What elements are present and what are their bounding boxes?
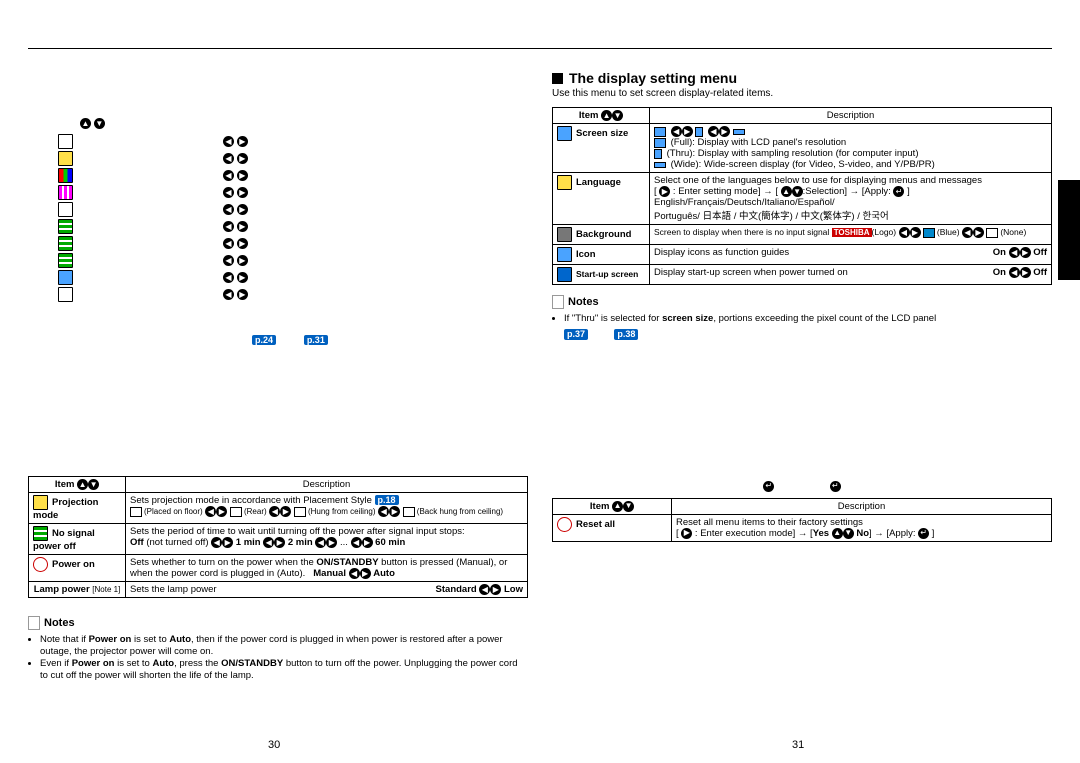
notes-heading-right: Notes bbox=[552, 295, 1052, 309]
row-icon-label: Icon bbox=[576, 249, 596, 260]
row-projection-desc: Sets projection mode in accordance with … bbox=[130, 495, 372, 506]
reset-section: ↵ ↵ Item ▲▼ Description Reset all Reset … bbox=[552, 481, 1052, 542]
bgain-icon bbox=[58, 253, 73, 268]
row-poweron-label: Power on bbox=[52, 559, 95, 570]
display-setting-title: The display setting menu bbox=[552, 70, 1052, 86]
notes-icon bbox=[552, 295, 564, 309]
color-icon bbox=[58, 168, 73, 183]
pref-24: p.24 bbox=[252, 335, 276, 345]
col-desc: Description bbox=[126, 477, 528, 493]
row-language-label: Language bbox=[576, 177, 621, 188]
notes-body-right: If "Thru" is selected for screen size, p… bbox=[552, 313, 1052, 341]
contrast-icon bbox=[58, 134, 73, 149]
return-icon: ↵ bbox=[830, 481, 841, 492]
col-item: Item bbox=[55, 479, 75, 490]
return-icon: ↵ bbox=[763, 481, 774, 492]
row-resetall-label: Reset all bbox=[576, 519, 615, 530]
notes-icon bbox=[28, 616, 40, 630]
side-tab bbox=[1058, 180, 1080, 280]
left-page: ▲ ▼ ◀ ▶ ◀ ▶ ◀ ▶ ◀ ▶ ◀ ▶ ◀ ▶ ◀ ▶ ◀ ▶ ◀ ▶ … bbox=[28, 48, 540, 763]
default-setting-table: Item ▲▼ Description Projection mode Sets… bbox=[28, 476, 528, 598]
sharp-icon bbox=[58, 202, 73, 217]
row-startup-label: Start-up screen bbox=[576, 269, 638, 279]
tint-icon bbox=[58, 185, 73, 200]
proj-icon bbox=[33, 495, 48, 510]
up-icon: ▲ bbox=[80, 118, 91, 129]
nosig-icon bbox=[33, 526, 48, 541]
icon-icon bbox=[557, 247, 572, 262]
globe-icon bbox=[557, 175, 572, 190]
pref-31: p.31 bbox=[304, 335, 328, 345]
display-setting-sub: Use this menu to set screen display-rela… bbox=[552, 88, 1052, 99]
display-setting-table: Item ▲▼ Description Screen size ◀▶ ◀▶ (F… bbox=[552, 107, 1052, 285]
notes-heading-left: Notes bbox=[28, 616, 528, 630]
pref-18: p.18 bbox=[375, 495, 399, 505]
bg-icon bbox=[557, 227, 572, 242]
bright-icon bbox=[58, 151, 73, 166]
notes-body-left: Note that if Power on is set to Auto, th… bbox=[28, 634, 528, 682]
row-lamp-label: Lamp power bbox=[34, 584, 90, 595]
page-number-left: 30 bbox=[268, 739, 280, 751]
reset-table: Item ▲▼ Description Reset all Reset all … bbox=[552, 498, 1052, 542]
ggain-icon bbox=[58, 236, 73, 251]
power-icon bbox=[33, 557, 48, 572]
square-bullet-icon bbox=[552, 73, 563, 84]
row-background-label: Background bbox=[576, 229, 631, 240]
page-number-right: 31 bbox=[792, 739, 804, 751]
start-icon bbox=[557, 267, 572, 282]
nr-icon bbox=[58, 270, 73, 285]
rgain-icon bbox=[58, 219, 73, 234]
toshiba-logo: TOSHIBA bbox=[832, 228, 872, 237]
pref-38: p.38 bbox=[614, 329, 638, 340]
screen-icon bbox=[557, 126, 572, 141]
row-lamp-desc: Sets the lamp power bbox=[130, 584, 217, 595]
reset-icon bbox=[557, 517, 572, 532]
row-screensize-label: Screen size bbox=[576, 128, 628, 139]
reset-icon bbox=[58, 287, 73, 302]
pref-37: p.37 bbox=[564, 329, 588, 340]
right-page: The display setting menu Use this menu t… bbox=[540, 48, 1052, 763]
row-nosignal-desc: Sets the period of time to wait until tu… bbox=[130, 526, 465, 537]
down-icon: ▼ bbox=[94, 118, 105, 129]
image-adjust-panel: ▲ ▼ ◀ ▶ ◀ ▶ ◀ ▶ ◀ ▶ ◀ ▶ ◀ ▶ ◀ ▶ ◀ ▶ ◀ ▶ … bbox=[58, 118, 528, 346]
